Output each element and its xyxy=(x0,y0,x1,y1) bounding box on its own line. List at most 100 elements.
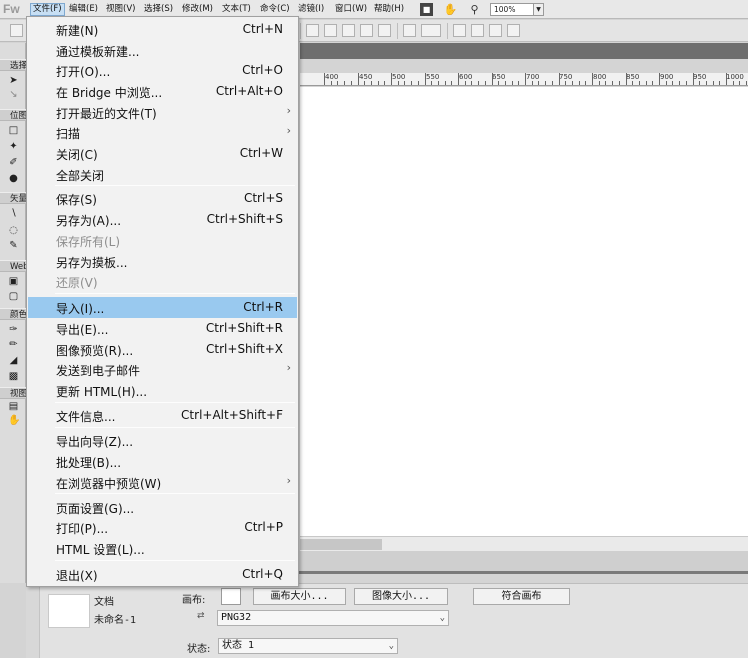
menu-item-html-setup[interactable]: HTML 设置(L)... xyxy=(28,538,297,559)
canvas-page[interactable] xyxy=(300,87,748,536)
app-logo: Fw xyxy=(3,2,20,16)
align-icon[interactable] xyxy=(403,24,416,37)
ruler-tick xyxy=(484,81,486,85)
menu-item-browse-in-bridge[interactable]: 在 Bridge 中浏览... Ctrl+Alt+O xyxy=(28,81,297,102)
ruler-tick xyxy=(518,81,520,85)
state-select[interactable]: 状态 1 ⌄ xyxy=(218,638,398,654)
pencil-icon[interactable]: ✏ xyxy=(8,339,19,350)
ruler-tick xyxy=(344,81,346,85)
bridge-icon[interactable]: ■ xyxy=(420,3,433,16)
ungroup-icon[interactable] xyxy=(324,24,337,37)
menu-edit[interactable]: 编辑(E) xyxy=(67,3,100,16)
slice-icon[interactable]: ▢ xyxy=(8,291,19,302)
ruler-tick xyxy=(578,81,580,85)
menu-item-close-all[interactable]: 全部关闭 xyxy=(28,164,297,185)
tools-panel: 选择 ➤ ↘ 位图 □ ✦ ✐ ● 矢量 ∖ ◌ ✎ Web ▣ ▢ 颜色 ✑ … xyxy=(0,43,26,583)
freeform-icon[interactable]: ✎ xyxy=(8,240,19,251)
ruler-tick xyxy=(558,73,560,85)
line-icon[interactable]: ∖ xyxy=(8,208,19,219)
magic-wand-icon[interactable]: ✦ xyxy=(8,141,19,152)
menu-item-send-email[interactable]: 发送到电子邮件 › xyxy=(28,359,297,380)
menu-item-file-info[interactable]: 文件信息... Ctrl+Alt+Shift+F xyxy=(28,405,297,426)
new-doc-icon[interactable] xyxy=(10,24,23,37)
menu-select[interactable]: 选择(S) xyxy=(142,3,175,16)
menu-item-scan[interactable]: 扫描 › xyxy=(28,122,297,143)
menu-item-close[interactable]: 关闭(C) Ctrl+W xyxy=(28,143,297,164)
zoom-select[interactable]: 100% ▼ xyxy=(490,3,544,16)
ruler-tick xyxy=(659,73,660,85)
menu-item-save[interactable]: 保存(S) Ctrl+S xyxy=(28,188,297,209)
menu-view[interactable]: 视图(V) xyxy=(104,3,137,16)
bring-forward-icon[interactable] xyxy=(378,24,391,37)
align-dropdown-icon[interactable] xyxy=(421,24,441,37)
menu-text[interactable]: 文本(T) xyxy=(220,3,253,16)
menu-item-update-html[interactable]: 更新 HTML(H)... xyxy=(28,380,297,401)
ruler-tick xyxy=(391,73,392,85)
canvas-size-button[interactable]: 画布大小... xyxy=(253,588,346,605)
menu-item-new-from-template[interactable]: 通过模板新建... xyxy=(28,40,297,61)
menu-file[interactable]: 文件(F) xyxy=(30,3,65,16)
scrollbar-thumb[interactable] xyxy=(300,539,382,550)
export-format-select[interactable]: PNG32 ⌄ xyxy=(217,610,449,626)
group-icon[interactable] xyxy=(306,24,319,37)
flip-horizontal-icon[interactable] xyxy=(489,24,502,37)
menu-item-import[interactable]: 导入(I)... Ctrl+R xyxy=(28,297,297,318)
marquee-icon[interactable]: □ xyxy=(8,125,19,136)
ruler-tick xyxy=(498,81,500,85)
image-size-button[interactable]: 图像大小... xyxy=(354,588,448,605)
menu-item-new[interactable]: 新建(N) Ctrl+N xyxy=(28,19,297,40)
ruler-tick xyxy=(464,81,466,85)
menu-window[interactable]: 窗口(W) xyxy=(333,3,369,16)
swap-colors-icon[interactable]: ▩ xyxy=(8,371,19,382)
brush-icon[interactable]: ✐ xyxy=(8,157,19,168)
scale-icon[interactable]: ↘ xyxy=(8,89,19,100)
menu-item-open[interactable]: 打开(O)... Ctrl+O xyxy=(28,60,297,81)
zoom-icon[interactable]: ⚲ xyxy=(467,2,482,17)
canvas-color-swatch[interactable] xyxy=(221,588,241,605)
ruler-tick xyxy=(732,81,734,85)
hotspot-icon[interactable]: ▣ xyxy=(8,276,19,287)
hand-icon[interactable]: ✋ xyxy=(443,2,458,17)
menu-help[interactable]: 帮助(H) xyxy=(372,3,406,16)
ruler-tick xyxy=(679,81,681,85)
rotate-icon[interactable] xyxy=(453,24,466,37)
pointer-icon[interactable]: ➤ xyxy=(8,75,19,86)
menu-filters[interactable]: 滤镜(I) xyxy=(296,3,326,16)
menu-item-save-as[interactable]: 另存为(A)... Ctrl+Shift+S xyxy=(28,209,297,230)
screen-mode-icon[interactable]: ▤ xyxy=(8,401,19,412)
menu-item-export-wizard[interactable]: 导出向导(Z)... xyxy=(28,430,297,451)
menu-item-open-recent[interactable]: 打开最近的文件(T) › xyxy=(28,102,297,123)
rotate-ccw-icon[interactable] xyxy=(471,24,484,37)
fit-canvas-button[interactable]: 符合画布 xyxy=(473,588,570,605)
document-tab-bar xyxy=(300,43,748,59)
menu-item-batch-process[interactable]: 批处理(B)... xyxy=(28,451,297,472)
ruler-tick xyxy=(337,81,339,85)
join-icon[interactable] xyxy=(342,24,355,37)
split-icon[interactable] xyxy=(360,24,373,37)
hand-tool-icon[interactable]: ✋ xyxy=(8,415,20,426)
ruler-tick xyxy=(625,73,627,85)
ruler-tick xyxy=(585,81,587,85)
menu-separator xyxy=(55,185,295,186)
document-label: 文档 xyxy=(94,597,114,608)
menu-item-image-preview[interactable]: 图像预览(R)... Ctrl+Shift+X xyxy=(28,339,297,360)
horizontal-scrollbar[interactable] xyxy=(300,536,748,551)
ruler-tick xyxy=(511,81,513,85)
menu-item-exit[interactable]: 退出(X) Ctrl+Q xyxy=(28,564,297,585)
ruler-tick xyxy=(437,81,439,85)
menu-item-export[interactable]: 导出(E)... Ctrl+Shift+R xyxy=(28,318,297,339)
flip-vertical-icon[interactable] xyxy=(507,24,520,37)
format-icon: ⇄ xyxy=(197,611,205,621)
eyedropper-icon[interactable]: ✑ xyxy=(8,324,19,335)
fill-color-icon[interactable]: ◢ xyxy=(8,355,19,366)
pen-icon[interactable]: ◌ xyxy=(8,225,19,236)
menu-modify[interactable]: 修改(M) xyxy=(180,3,215,16)
ruler-tick xyxy=(350,81,352,85)
menu-item-save-as-template[interactable]: 另存为摸板... xyxy=(28,251,297,272)
menu-item-print[interactable]: 打印(P)... Ctrl+P xyxy=(28,517,297,538)
ruler-tick xyxy=(444,81,446,85)
blur-icon[interactable]: ● xyxy=(8,173,19,184)
menu-item-preview-in-browser[interactable]: 在浏览器中预览(W) › xyxy=(28,472,297,493)
menu-item-page-setup[interactable]: 页面设置(G)... xyxy=(28,497,297,518)
menu-commands[interactable]: 命令(C) xyxy=(258,3,292,16)
